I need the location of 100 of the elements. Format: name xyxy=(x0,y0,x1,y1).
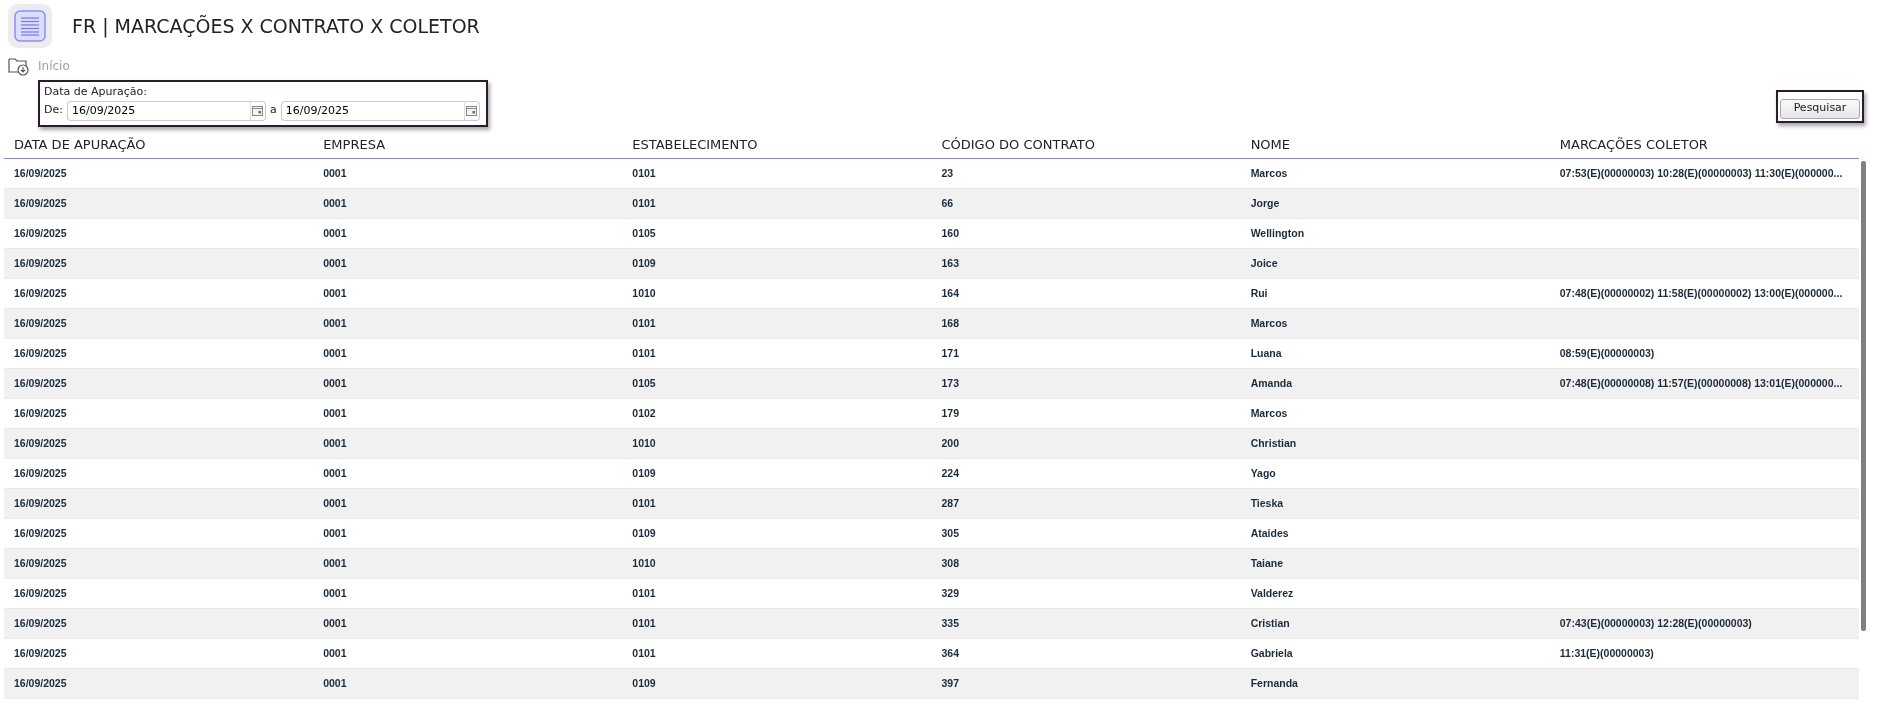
table-cell: 07:53(E)(00000003) 10:28(E)(00000003) 11:30(E)(000000... xyxy=(1549,158,1859,189)
table-cell: Jorge xyxy=(1240,188,1550,219)
table-cell: 200 xyxy=(931,428,1241,459)
scrollbar[interactable] xyxy=(1861,160,1866,631)
table-cell: 0001 xyxy=(313,368,623,399)
table-cell: 16/09/2025 xyxy=(4,308,314,339)
table-cell: 0001 xyxy=(313,248,623,279)
table-cell: Luana xyxy=(1240,338,1550,369)
table-cell: 0001 xyxy=(313,218,623,249)
search-button[interactable]: Pesquisar xyxy=(1780,98,1860,119)
table-cell: 0001 xyxy=(313,668,623,699)
table-cell: 23 xyxy=(931,158,1241,189)
table-cell: Wellington xyxy=(1240,218,1550,249)
date-field[interactable]: 16/09/2025 xyxy=(280,100,464,121)
table-cell: 0101 xyxy=(622,188,932,219)
column-header: CÓDIGO DO CONTRATO xyxy=(931,130,1241,159)
table-cell: Taiane xyxy=(1240,548,1550,579)
table-cell: Gabriela xyxy=(1240,638,1550,669)
table-cell: 11:31(E)(00000003) xyxy=(1549,638,1859,669)
table-cell: 0105 xyxy=(622,218,932,249)
column-header: ESTABELECIMENTO xyxy=(622,130,932,159)
table-cell: 224 xyxy=(931,458,1241,489)
page-title: FR | MARCAÇÕES X CONTRATO X COLETOR xyxy=(72,13,480,40)
table-cell: 66 xyxy=(931,188,1241,219)
table-cell: 16/09/2025 xyxy=(4,398,314,429)
table-cell: 0101 xyxy=(622,338,932,369)
table-cell: Marcos xyxy=(1240,158,1550,189)
table-cell: 07:48(E)(00000002) 11:58(E)(00000002) 13:00(E)(000000... xyxy=(1549,278,1859,309)
table-cell: 168 xyxy=(931,308,1241,339)
from-label: De: xyxy=(44,102,63,119)
table-cell: 0101 xyxy=(622,308,932,339)
table-cell: 0001 xyxy=(313,458,623,489)
table-cell: Valderez xyxy=(1240,578,1550,609)
table-cell: 0001 xyxy=(313,518,623,549)
table-cell: 16/09/2025 xyxy=(4,608,314,639)
table-cell: 08:59(E)(00000003) xyxy=(1549,338,1859,369)
filter-label: Data de Apuração: xyxy=(44,84,148,100)
table-cell: 0101 xyxy=(622,488,932,519)
table-cell: 0109 xyxy=(622,668,932,699)
table-cell: 16/09/2025 xyxy=(4,548,314,579)
date-field[interactable]: 16/09/2025 xyxy=(66,100,250,121)
table-cell: 0001 xyxy=(313,308,623,339)
table-cell: 16/09/2025 xyxy=(4,638,314,669)
table-cell: Marcos xyxy=(1240,308,1550,339)
table-cell: 0001 xyxy=(313,158,623,189)
table-cell: 179 xyxy=(931,398,1241,429)
table-cell: 0105 xyxy=(622,368,932,399)
table-cell: 0001 xyxy=(313,578,623,609)
table-cell: 16/09/2025 xyxy=(4,428,314,459)
table-cell: Christian xyxy=(1240,428,1550,459)
table-cell: 0001 xyxy=(313,428,623,459)
table-cell: 0101 xyxy=(622,638,932,669)
table-cell: Joice xyxy=(1240,248,1550,279)
table-cell: 335 xyxy=(931,608,1241,639)
table-cell: Rui xyxy=(1240,278,1550,309)
table-cell: Ataides xyxy=(1240,518,1550,549)
column-header: EMPRESA xyxy=(313,130,623,159)
table-cell: 0001 xyxy=(313,608,623,639)
table-cell: 16/09/2025 xyxy=(4,578,314,609)
table-cell: 329 xyxy=(931,578,1241,609)
table-cell: 16/09/2025 xyxy=(4,188,314,219)
table-cell: 0001 xyxy=(313,398,623,429)
table-cell: 16/09/2025 xyxy=(4,278,314,309)
table-cell: Amanda xyxy=(1240,368,1550,399)
table-cell: Marcos xyxy=(1240,398,1550,429)
column-header: DATA DE APURAÇÃO xyxy=(4,130,314,159)
list-icon xyxy=(8,4,52,48)
table-cell: 16/09/2025 xyxy=(4,248,314,279)
table-cell: 173 xyxy=(931,368,1241,399)
table-cell: 397 xyxy=(931,668,1241,699)
folder-icon xyxy=(8,56,30,76)
table-cell: 07:43(E)(00000003) 12:28(E)(00000003) xyxy=(1549,608,1859,639)
calendar-icon xyxy=(252,105,264,116)
table-cell: 160 xyxy=(931,218,1241,249)
table-cell: 16/09/2025 xyxy=(4,488,314,519)
table-cell: 1010 xyxy=(622,428,932,459)
table-cell: 16/09/2025 xyxy=(4,518,314,549)
table-cell: 16/09/2025 xyxy=(4,458,314,489)
table-cell: 171 xyxy=(931,338,1241,369)
table-cell: 1010 xyxy=(622,278,932,309)
table-cell: 0102 xyxy=(622,398,932,429)
table-cell: 0001 xyxy=(313,638,623,669)
table-cell: 16/09/2025 xyxy=(4,338,314,369)
table-cell: 0109 xyxy=(622,518,932,549)
table-cell: 0001 xyxy=(313,548,623,579)
table-cell: 0101 xyxy=(622,608,932,639)
table-cell: 0101 xyxy=(622,158,932,189)
table-cell: 16/09/2025 xyxy=(4,158,314,189)
table-cell: 1010 xyxy=(622,548,932,579)
table-cell: Tieska xyxy=(1240,488,1550,519)
table-cell: 16/09/2025 xyxy=(4,368,314,399)
table-cell: 305 xyxy=(931,518,1241,549)
table-cell: 0109 xyxy=(622,248,932,279)
table-cell: Fernanda xyxy=(1240,668,1550,699)
table-cell: 364 xyxy=(931,638,1241,669)
table-cell: 287 xyxy=(931,488,1241,519)
table-cell: 0001 xyxy=(313,338,623,369)
table-cell: 0109 xyxy=(622,458,932,489)
table-cell: 07:48(E)(00000008) 11:57(E)(00000008) 13:01(E)(000000... xyxy=(1549,368,1859,399)
table-cell: 0001 xyxy=(313,188,623,219)
